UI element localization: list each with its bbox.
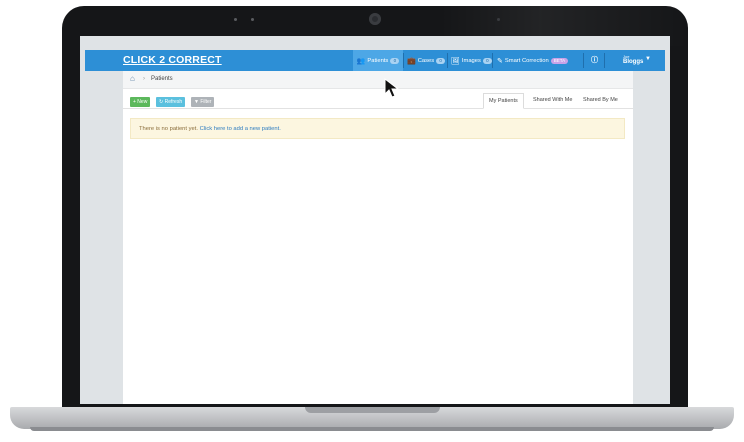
edit-icon: ✎ <box>497 57 503 65</box>
caret-down-icon[interactable]: ▼ <box>645 56 651 62</box>
image-icon: 🖼 <box>451 57 460 65</box>
info-icon[interactable]: ⓘ <box>591 55 598 65</box>
new-patient-button[interactable]: + New <box>130 97 151 107</box>
nav-divider <box>492 53 493 68</box>
add-patient-link[interactable]: Click here to add a new patient. <box>200 126 281 132</box>
main-panel: ⌂ › Patients + New ↻ Refresh ▼ Filter My… <box>123 71 633 404</box>
refresh-label: Refresh <box>164 99 183 105</box>
user-menu[interactable]: Joe Bloggs <box>623 54 643 66</box>
images-count-badge: 0 <box>482 57 492 64</box>
breadcrumb-separator-icon: › <box>143 76 145 82</box>
cases-count-badge: 0 <box>436 57 446 64</box>
nav-smart-label: Smart Correction <box>504 57 549 64</box>
beta-badge: BETA <box>550 57 569 64</box>
sensor-dot <box>234 18 237 21</box>
brand-logo[interactable]: CLICK 2 CORRECT <box>123 54 222 66</box>
user-last-name: Bloggs <box>623 59 644 65</box>
alert-text: There is no patient yet. <box>139 126 200 132</box>
filter-label: Filter <box>200 99 212 105</box>
nav-cases[interactable]: 💼 Cases 0 <box>407 50 446 71</box>
tab-shared-by-me[interactable]: Shared By Me <box>578 93 623 107</box>
base-edge <box>30 427 714 431</box>
breadcrumb-current: Patients <box>151 76 173 82</box>
breadcrumb: ⌂ › Patients <box>123 71 633 89</box>
nav-images[interactable]: 🖼 Images 0 <box>451 50 492 71</box>
patients-count-badge: 0 <box>390 57 400 64</box>
nav-divider <box>403 53 404 68</box>
filter-button[interactable]: ▼ Filter <box>191 97 215 107</box>
mouse-pointer-icon <box>384 78 400 98</box>
nav-patients-label: Patients <box>367 57 389 64</box>
nav-smart-correction[interactable]: ✎ Smart Correction BETA <box>497 50 569 71</box>
briefcase-icon: 💼 <box>407 57 416 65</box>
home-icon[interactable]: ⌂ <box>130 74 135 83</box>
webcam <box>369 13 381 25</box>
tab-my-patients[interactable]: My Patients <box>483 93 524 109</box>
empty-state-alert: There is no patient yet. Click here to a… <box>130 118 625 139</box>
sensor-dot <box>251 18 254 21</box>
nav-divider <box>447 53 448 68</box>
nav-cases-label: Cases <box>417 57 435 64</box>
nav-images-label: Images <box>461 57 481 64</box>
refresh-button[interactable]: ↻ Refresh <box>156 97 186 107</box>
tab-underline <box>123 108 633 109</box>
nav-patients[interactable]: 👥 Patients 0 <box>353 50 403 71</box>
users-icon: 👥 <box>356 57 366 65</box>
base-notch <box>305 407 440 413</box>
sensor-dot <box>497 18 500 21</box>
tab-shared-with-me[interactable]: Shared With Me <box>528 93 577 107</box>
app-screen: CLICK 2 CORRECT 👥 Patients 0 💼 Cases 0 🖼… <box>80 36 670 404</box>
nav-divider <box>604 53 605 68</box>
top-navbar: CLICK 2 CORRECT 👥 Patients 0 💼 Cases 0 🖼… <box>85 50 665 71</box>
nav-divider <box>583 53 584 68</box>
